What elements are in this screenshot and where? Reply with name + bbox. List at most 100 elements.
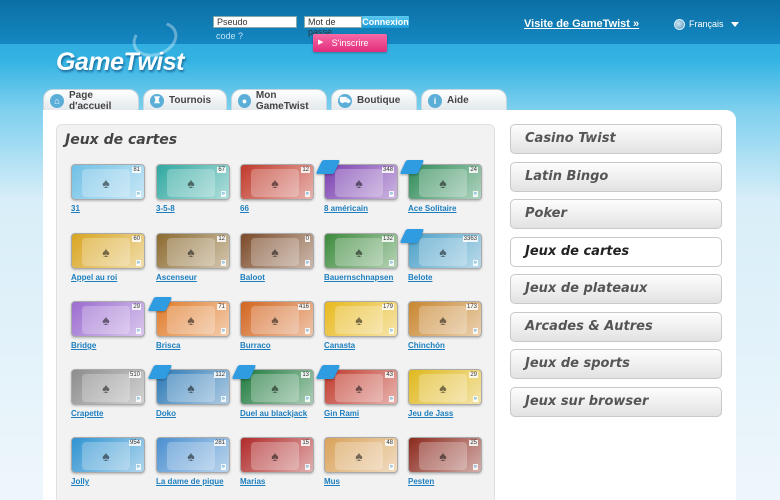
game-name-link[interactable]: Baloot — [240, 273, 265, 282]
more-link[interactable]: » — [472, 396, 478, 402]
game-card[interactable]: ♠ 179 » — [324, 301, 398, 337]
more-link[interactable]: » — [135, 191, 141, 197]
game-name-link[interactable]: Duel au blackjack — [240, 409, 307, 418]
tab-home[interactable]: ⌂ Page d'accueil — [43, 89, 139, 112]
more-link[interactable]: » — [388, 260, 394, 266]
game-thumbnail-icon: ♠ — [82, 238, 130, 266]
more-link[interactable]: » — [304, 396, 310, 402]
game-name-link[interactable]: Appel au roi — [71, 273, 117, 282]
game-card[interactable]: ♠ 67 » — [156, 164, 230, 200]
more-link[interactable]: » — [388, 328, 394, 334]
player-count: 67 — [217, 167, 226, 173]
more-link[interactable]: » — [220, 396, 226, 402]
more-link[interactable]: » — [304, 328, 310, 334]
game-card[interactable]: ♠ 29 » — [71, 301, 145, 337]
gametwist-logo[interactable]: GameTwist — [56, 48, 184, 77]
game-name-link[interactable]: Mus — [324, 477, 340, 486]
game-card[interactable]: ♠ 0 » — [240, 233, 314, 269]
category-item[interactable]: Jeux sur browser — [510, 387, 722, 417]
game-name-link[interactable]: 66 — [240, 204, 249, 213]
player-count: 29 — [132, 304, 141, 310]
more-link[interactable]: » — [388, 396, 394, 402]
more-link[interactable]: » — [220, 328, 226, 334]
more-link[interactable]: » — [220, 260, 226, 266]
game-card[interactable]: ♠ 25 » — [408, 437, 482, 473]
game-name-link[interactable]: Bridge — [71, 341, 96, 350]
code-link[interactable]: code ? — [216, 31, 243, 41]
login-button[interactable]: Connexion — [362, 16, 409, 28]
category-item[interactable]: Jeux de sports — [510, 349, 722, 379]
more-link[interactable]: » — [472, 260, 478, 266]
game-card[interactable]: ♠ 15 » — [240, 437, 314, 473]
more-link[interactable]: » — [220, 191, 226, 197]
game-card[interactable]: ♠ 954 » — [71, 437, 145, 473]
game-name-link[interactable]: Marias — [240, 477, 265, 486]
signup-label: S'inscrire — [331, 38, 369, 48]
game-card[interactable]: ♠ 12 » — [240, 164, 314, 200]
game-name-link[interactable]: Pesten — [408, 477, 434, 486]
category-item[interactable]: Poker — [510, 199, 722, 229]
game-name-link[interactable]: Burraco — [240, 341, 271, 350]
game-card[interactable]: ♠ 12 » — [156, 233, 230, 269]
game-card[interactable]: ♠ 48 » — [324, 437, 398, 473]
game-card[interactable]: ♠ 173 » — [408, 301, 482, 337]
user-icon: ● — [238, 93, 251, 108]
game-card[interactable]: ♠ 132 » — [324, 233, 398, 269]
visit-gametwist-link[interactable]: Visite de GameTwist » — [524, 18, 639, 30]
game-name-link[interactable]: Ace Solitaire — [408, 204, 456, 213]
more-link[interactable]: » — [304, 464, 310, 470]
username-field[interactable]: Pseudo — [213, 16, 297, 28]
game-card[interactable]: ♠ 510 » — [71, 369, 145, 405]
more-link[interactable]: » — [220, 464, 226, 470]
game-name-link[interactable]: Crapette — [71, 409, 103, 418]
tab-help[interactable]: i Aide — [421, 89, 507, 111]
game-card[interactable]: ♠ 29 » — [408, 369, 482, 405]
language-selector[interactable]: Français — [674, 17, 739, 31]
game-name-link[interactable]: Chinchón — [408, 341, 445, 350]
game-name-link[interactable]: Canasta — [324, 341, 355, 350]
tab-tournaments[interactable]: ♜ Tournois — [143, 89, 227, 111]
category-item[interactable]: Arcades & Autres — [510, 312, 722, 342]
player-count: 71 — [217, 304, 226, 310]
game-name-link[interactable]: Jeu de Jass — [408, 409, 453, 418]
category-item[interactable]: Latin Bingo — [510, 162, 722, 192]
game-name-link[interactable]: 31 — [71, 204, 80, 213]
game-name-link[interactable]: Gin Rami — [324, 409, 359, 418]
game-card[interactable]: ♠ 416 » — [240, 301, 314, 337]
chevron-down-icon — [730, 21, 739, 27]
more-link[interactable]: » — [304, 191, 310, 197]
more-link[interactable]: » — [472, 191, 478, 197]
category-item[interactable]: Casino Twist — [510, 124, 722, 154]
game-name-link[interactable]: Ascenseur — [156, 273, 197, 282]
game-name-link[interactable]: Bauernschnapsen — [324, 273, 393, 282]
more-link[interactable]: » — [304, 260, 310, 266]
game-name-link[interactable]: Belote — [408, 273, 432, 282]
game-thumbnail-icon: ♠ — [419, 374, 467, 402]
tab-shop[interactable]: ⛟ Boutique — [331, 89, 417, 111]
game-card[interactable]: ♠ 281 » — [156, 437, 230, 473]
game-name-link[interactable]: Brisca — [156, 341, 180, 350]
game-name-link[interactable]: 8 américain — [324, 204, 368, 213]
game-card[interactable]: ♠ 81 » — [71, 164, 145, 200]
more-link[interactable]: » — [135, 396, 141, 402]
signup-button[interactable]: ▶ S'inscrire — [313, 34, 387, 52]
more-link[interactable]: » — [135, 464, 141, 470]
category-item[interactable]: Jeux de cartes — [510, 237, 722, 267]
category-item[interactable]: Jeux de plateaux — [510, 274, 722, 304]
game-name-link[interactable]: 3-5-8 — [156, 204, 175, 213]
more-link[interactable]: » — [135, 328, 141, 334]
language-label: Français — [689, 19, 724, 29]
more-link[interactable]: » — [388, 191, 394, 197]
more-link[interactable]: » — [135, 260, 141, 266]
game-name-link[interactable]: Jolly — [71, 477, 89, 486]
tab-label: Boutique — [357, 95, 401, 106]
more-link[interactable]: » — [472, 328, 478, 334]
game-card[interactable]: ♠ 60 » — [71, 233, 145, 269]
more-link[interactable]: » — [388, 464, 394, 470]
password-field[interactable]: Mot de passe — [304, 16, 362, 37]
game-name-link[interactable]: Doko — [156, 409, 176, 418]
tab-my-gametwist[interactable]: ● Mon GameTwist — [231, 89, 327, 112]
game-name-link[interactable]: La dame de pique — [156, 477, 224, 486]
more-link[interactable]: » — [472, 464, 478, 470]
player-count: 348 — [381, 167, 394, 173]
